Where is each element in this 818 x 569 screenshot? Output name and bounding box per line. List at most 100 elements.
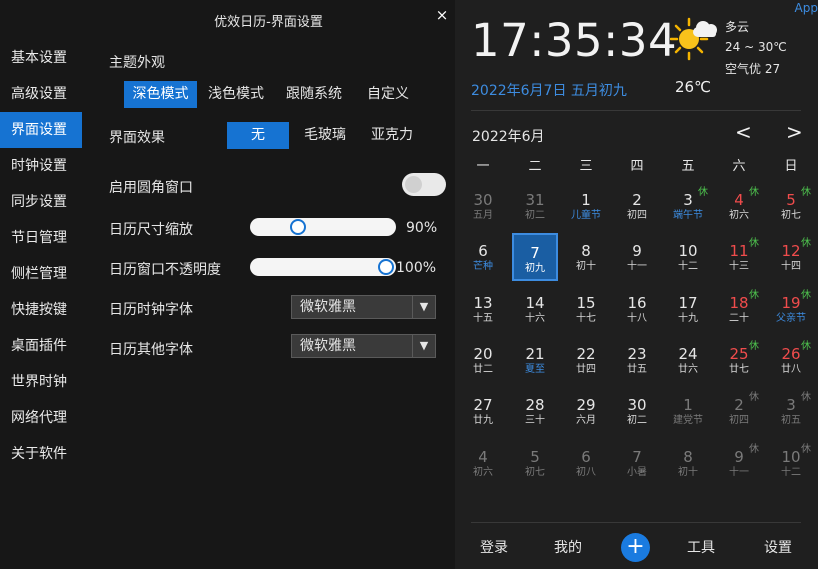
calendar-day[interactable]: 22 廿四 [563, 336, 609, 384]
effect-option[interactable]: 毛玻璃 [289, 122, 361, 149]
calendar-day[interactable]: 2 初四休 [716, 387, 762, 435]
air-quality: 空气优 27 [725, 62, 781, 76]
weekday-label: 一 [476, 159, 490, 174]
calendar-day[interactable]: 31 初二 [512, 182, 558, 230]
calendar-day[interactable]: 4 初六休 [716, 182, 762, 230]
sidebar-item[interactable]: 同步设置 [0, 184, 82, 220]
scale-value: 90% [406, 220, 438, 236]
theme-option[interactable]: 浅色模式 [197, 81, 275, 108]
calendar-day[interactable]: 30 初二 [614, 387, 660, 435]
tools-button[interactable]: 工具 [687, 537, 715, 557]
weekday-label: 三 [579, 159, 593, 174]
calendar-day[interactable]: 11 十三休 [716, 233, 762, 281]
calendar-day[interactable]: 30 五月 [460, 182, 506, 230]
lunar-label: 十一 [627, 261, 647, 273]
chevron-down-icon[interactable]: ▼ [412, 296, 435, 318]
calendar-day[interactable]: 5 初七休 [768, 182, 814, 230]
calendar-day[interactable]: 1 儿童节 [563, 182, 609, 230]
next-month-button[interactable]: > [786, 120, 803, 144]
sidebar-item[interactable]: 时钟设置 [0, 148, 82, 184]
calendar-day[interactable]: 21 夏至 [512, 336, 558, 384]
lunar-label: 廿八 [781, 363, 801, 375]
sidebar-item[interactable]: 网络代理 [0, 400, 82, 436]
weekday-label: 日 [784, 159, 798, 174]
sidebar-item[interactable]: 界面设置 [0, 112, 82, 148]
calendar-day[interactable]: 24 廿六 [665, 336, 711, 384]
calendar-day[interactable]: 6 芒种 [460, 233, 506, 281]
opacity-slider[interactable] [250, 258, 396, 276]
calendar-day[interactable]: 25 廿七休 [716, 336, 762, 384]
theme-option[interactable]: 自定义 [353, 81, 423, 108]
calendar-day[interactable]: 8 初十 [665, 439, 711, 487]
calendar-day[interactable]: 27 廿九 [460, 387, 506, 435]
effect-option[interactable]: 无 [227, 122, 289, 149]
lunar-label: 廿九 [473, 415, 493, 427]
sidebar-item[interactable]: 世界时钟 [0, 364, 82, 400]
day-number: 23 [627, 344, 647, 363]
other-font-select[interactable]: 微软雅黑 ▼ [291, 334, 436, 358]
calendar-day[interactable]: 16 十八 [614, 285, 660, 333]
calendar-day[interactable]: 9 十一休 [716, 439, 762, 487]
calendar-day[interactable]: 28 三十 [512, 387, 558, 435]
calendar-day[interactable]: 17 十九 [665, 285, 711, 333]
app-link[interactable]: App [795, 1, 818, 15]
calendar-day-today[interactable]: 7 初九 [512, 233, 558, 282]
calendar-day[interactable]: 7 小暑 [614, 439, 660, 487]
calendar-day[interactable]: 19 父亲节休 [768, 285, 814, 333]
opacity-value: 100% [396, 260, 437, 276]
clock-font-select[interactable]: 微软雅黑 ▼ [291, 295, 436, 319]
current-date[interactable]: 2022年6月7日 五月初九 [471, 80, 627, 100]
calendar-day[interactable]: 10 十二 [665, 233, 711, 281]
rounded-window-toggle[interactable] [402, 173, 446, 196]
calendar-day[interactable]: 10 十二休 [768, 439, 814, 487]
sidebar-item[interactable]: 快捷按键 [0, 292, 82, 328]
settings-button[interactable]: 设置 [764, 537, 792, 557]
day-number: 4 [478, 447, 488, 466]
calendar-day[interactable]: 1 建党节 [665, 387, 711, 435]
calendar-day[interactable]: 26 廿八休 [768, 336, 814, 384]
calendar-day[interactable]: 23 廿五 [614, 336, 660, 384]
sidebar-item[interactable]: 关于软件 [0, 436, 82, 472]
sidebar-item[interactable]: 节日管理 [0, 220, 82, 256]
sidebar-item[interactable]: 高级设置 [0, 76, 82, 112]
calendar-day[interactable]: 8 初十 [563, 233, 609, 281]
month-label[interactable]: 2022年6月 [472, 126, 545, 146]
scale-slider[interactable] [250, 218, 396, 236]
holiday-rest-badge: 休 [801, 289, 811, 301]
lunar-label: 初五 [781, 415, 801, 427]
calendar-day[interactable]: 9 十一 [614, 233, 660, 281]
mine-button[interactable]: 我的 [554, 537, 582, 557]
calendar-day[interactable]: 18 二十休 [716, 285, 762, 333]
calendar-day[interactable]: 12 十四休 [768, 233, 814, 281]
calendar-day[interactable]: 3 端午节休 [665, 182, 711, 230]
scale-slider-thumb[interactable] [290, 219, 306, 235]
add-button[interactable]: + [621, 533, 650, 562]
day-number: 13 [473, 293, 493, 312]
sidebar-item[interactable]: 侧栏管理 [0, 256, 82, 292]
close-icon[interactable]: × [432, 5, 452, 25]
effect-option[interactable]: 亚克力 [361, 122, 423, 149]
calendar-day[interactable]: 20 廿二 [460, 336, 506, 384]
opacity-slider-thumb[interactable] [378, 259, 394, 275]
holiday-rest-badge: 休 [749, 443, 759, 455]
lunar-label: 初四 [627, 210, 647, 221]
prev-month-button[interactable]: < [735, 120, 752, 144]
lunar-label: 廿五 [627, 363, 647, 375]
calendar-day[interactable]: 4 初六 [460, 439, 506, 487]
theme-option[interactable]: 深色模式 [124, 81, 197, 108]
login-button[interactable]: 登录 [480, 537, 508, 557]
calendar-day[interactable]: 5 初七 [512, 439, 558, 487]
chevron-down-icon[interactable]: ▼ [412, 335, 435, 357]
lunar-label: 初九 [525, 263, 545, 275]
calendar-day[interactable]: 14 十六 [512, 285, 558, 333]
sidebar-item[interactable]: 桌面插件 [0, 328, 82, 364]
calendar-day[interactable]: 13 十五 [460, 285, 506, 333]
calendar-day[interactable]: 2 初四 [614, 182, 660, 230]
calendar-day[interactable]: 29 六月 [563, 387, 609, 435]
calendar-day[interactable]: 3 初五休 [768, 387, 814, 435]
theme-option[interactable]: 跟随系统 [275, 81, 353, 108]
calendar-day[interactable]: 6 初八 [563, 439, 609, 487]
calendar-day[interactable]: 15 十七 [563, 285, 609, 333]
other-font-label: 日历其他字体 [109, 342, 193, 358]
sidebar-item[interactable]: 基本设置 [0, 40, 82, 76]
